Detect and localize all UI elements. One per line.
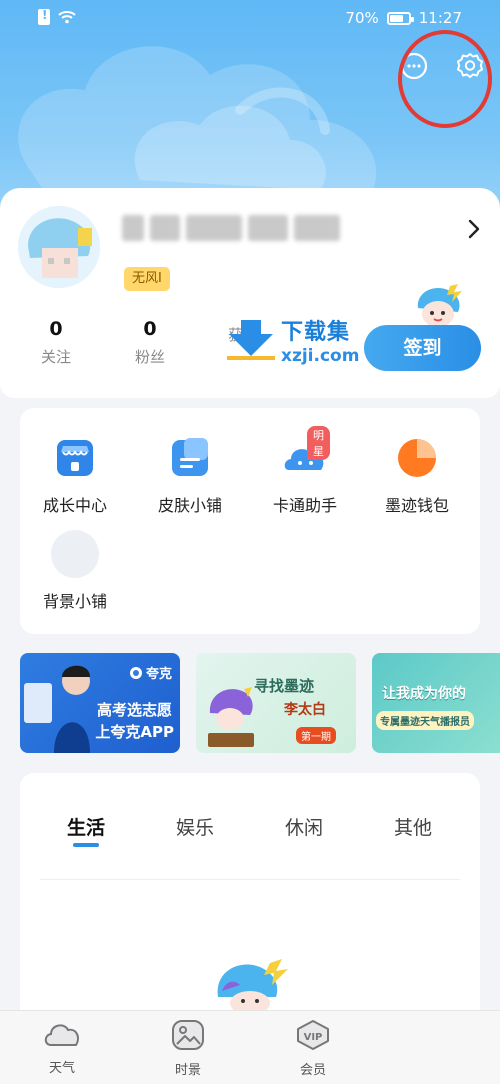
active-tab-indicator bbox=[73, 843, 99, 847]
avatar-mascot-icon bbox=[18, 206, 100, 288]
store-icon bbox=[57, 440, 93, 476]
download-arrow-icon bbox=[227, 320, 275, 360]
placeholder-circle-icon bbox=[51, 530, 99, 578]
banner-subline: 上夸克APP bbox=[95, 723, 174, 741]
status-bar: 70% 11:27 bbox=[0, 0, 500, 38]
banner-headline: 寻找墨迹 bbox=[254, 677, 315, 695]
chevron-right-icon[interactable] bbox=[466, 218, 482, 240]
stat-value: 0 bbox=[49, 318, 63, 340]
feed-tabs: 生活 娱乐 休闲 其他 bbox=[20, 813, 480, 853]
watermark: 下载集 xzji.com bbox=[225, 314, 359, 366]
vip-icon: VIP bbox=[297, 1020, 329, 1050]
stat-label: 关注 bbox=[40, 348, 71, 366]
divider bbox=[40, 879, 460, 880]
avatar[interactable] bbox=[18, 206, 100, 288]
tool-label: 成长中心 bbox=[42, 496, 107, 515]
tab-other[interactable]: 其他 bbox=[373, 813, 453, 840]
banner-subline: 李太白 bbox=[284, 702, 326, 718]
battery-icon bbox=[386, 11, 414, 25]
sim-alert-icon bbox=[38, 8, 50, 25]
banner-quark[interactable]: 夸克 高考选志愿 上夸克APP bbox=[20, 653, 180, 753]
username-blurred bbox=[122, 208, 346, 248]
banner-headline: 让我成为你的 bbox=[382, 686, 466, 702]
watermark-domain: xzji.com bbox=[281, 346, 360, 366]
stat-value: 0 bbox=[143, 318, 157, 340]
quark-logo: 夸克 bbox=[129, 663, 172, 682]
cloud-icon bbox=[44, 1024, 79, 1046]
nav-label: 会员 bbox=[299, 1063, 326, 1078]
nav-weather[interactable]: 天气 bbox=[22, 1019, 102, 1076]
quark-icon bbox=[129, 666, 142, 679]
tool-label: 皮肤小铺 bbox=[157, 496, 222, 515]
wallet-pie-icon bbox=[398, 439, 436, 477]
stat-label: 粉丝 bbox=[134, 348, 165, 366]
tool-wallet[interactable]: 墨迹钱包 bbox=[367, 434, 467, 516]
tools-card: 成长中心 皮肤小铺 明星 卡通助手 墨迹钱包 背景小铺 bbox=[20, 408, 480, 634]
profile-card: 无风I 0 关注 0 粉丝 获赞 签到 bbox=[0, 188, 500, 398]
tool-background-shop[interactable]: 背景小铺 bbox=[25, 530, 125, 612]
mascot-icon bbox=[417, 284, 462, 327]
tab-life[interactable]: 生活 bbox=[46, 813, 126, 840]
banner-find-libai[interactable]: 寻找墨迹 李太白 第一期 bbox=[196, 653, 356, 753]
banner-subline: 专属墨迹天气播报员 bbox=[376, 711, 474, 730]
banner-weather-broadcaster[interactable]: 让我成为你的 专属墨迹天气播报员 bbox=[372, 653, 500, 753]
person-illustration bbox=[24, 665, 90, 753]
bottom-nav: 天气 时景 VIP 会员 bbox=[0, 1010, 500, 1084]
banner-badge: 第一期 bbox=[296, 727, 336, 744]
watermark-brand: 下载集 bbox=[281, 320, 351, 345]
nav-vip[interactable]: VIP 会员 bbox=[273, 1019, 353, 1078]
photo-icon bbox=[172, 1020, 204, 1050]
nav-scenes[interactable]: 时景 bbox=[148, 1019, 228, 1078]
tool-cartoon-assistant[interactable]: 明星 卡通助手 bbox=[255, 426, 355, 516]
document-icon bbox=[172, 438, 208, 476]
svg-text:VIP: VIP bbox=[304, 1032, 323, 1043]
tool-label: 背景小铺 bbox=[42, 592, 107, 611]
nav-label: 天气 bbox=[48, 1061, 75, 1076]
star-badge: 明星 bbox=[307, 426, 330, 460]
wifi-icon bbox=[58, 11, 76, 24]
tab-entertainment[interactable]: 娱乐 bbox=[155, 813, 235, 840]
tool-label: 墨迹钱包 bbox=[384, 496, 449, 515]
nav-label: 时景 bbox=[174, 1063, 201, 1078]
checkin-button[interactable]: 签到 bbox=[364, 325, 481, 371]
mascot-icon bbox=[217, 959, 288, 1013]
battery-percent: 70% bbox=[345, 9, 379, 27]
tool-growth-center[interactable]: 成长中心 bbox=[25, 434, 125, 516]
user-tag: 无风I bbox=[124, 267, 170, 291]
stat-following[interactable]: 0 关注 bbox=[21, 318, 91, 367]
mascot-illustration bbox=[208, 687, 254, 747]
feed-card: 生活 娱乐 休闲 其他 bbox=[20, 773, 480, 1013]
tool-skin-shop[interactable]: 皮肤小铺 bbox=[140, 434, 240, 516]
banner-carousel[interactable]: 夸克 高考选志愿 上夸克APP 寻找墨迹 李太白 第一期 让我成为你的 专属墨迹… bbox=[20, 653, 500, 753]
tab-leisure[interactable]: 休闲 bbox=[264, 813, 344, 840]
tool-label: 卡通助手 bbox=[272, 496, 337, 515]
clock: 11:27 bbox=[418, 9, 462, 27]
annotation-circle bbox=[398, 30, 492, 128]
stat-followers[interactable]: 0 粉丝 bbox=[115, 318, 185, 367]
banner-headline: 高考选志愿 bbox=[96, 701, 172, 719]
